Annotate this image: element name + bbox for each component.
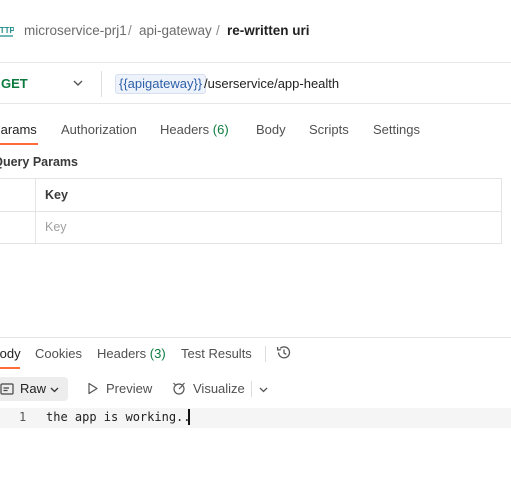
breadcrumb-folder[interactable]: api-gateway bbox=[139, 23, 212, 38]
tab-settings[interactable]: Settings bbox=[373, 122, 420, 137]
visualize-button[interactable]: Visualize bbox=[193, 381, 245, 396]
text-cursor bbox=[188, 409, 190, 425]
svg-text:HTTP: HTTP bbox=[0, 26, 14, 35]
active-tab-indicator bbox=[0, 143, 38, 145]
breadcrumb-collection[interactable]: microservice-prj1 bbox=[24, 23, 127, 38]
response-body-text[interactable]: the app is working.. bbox=[46, 410, 191, 424]
url-input[interactable]: /userservice/app-health bbox=[204, 76, 339, 91]
tab-scripts[interactable]: Scripts bbox=[309, 122, 349, 137]
chevron-down-icon[interactable] bbox=[72, 77, 84, 89]
query-params-title: Query Params bbox=[0, 155, 78, 169]
history-icon[interactable] bbox=[275, 344, 292, 361]
divider bbox=[265, 346, 266, 362]
breadcrumb-request-name[interactable]: re-written uri bbox=[227, 23, 310, 38]
response-headers-count: (3) bbox=[149, 346, 166, 361]
headers-count: (6) bbox=[212, 122, 229, 137]
divider bbox=[101, 71, 102, 97]
tab-headers[interactable]: Headers (6) bbox=[160, 122, 229, 137]
request-url-bar: GET {{apigateway}} /userservice/app-heal… bbox=[0, 62, 511, 104]
key-input[interactable]: Key bbox=[45, 220, 67, 234]
row-divider bbox=[0, 211, 502, 212]
response-tab-headers[interactable]: Headers (3) bbox=[97, 346, 166, 361]
tab-params[interactable]: Params bbox=[0, 122, 37, 137]
raw-text-icon bbox=[0, 383, 14, 395]
response-tab-cookies[interactable]: Cookies bbox=[35, 346, 82, 361]
tab-authorization[interactable]: Authorization bbox=[61, 122, 137, 137]
http-request-icon: HTTP bbox=[0, 26, 14, 37]
breadcrumb-separator: / bbox=[216, 23, 220, 38]
response-tab-body[interactable]: Body bbox=[0, 346, 21, 361]
format-select[interactable]: Raw bbox=[0, 377, 68, 401]
chevron-down-icon bbox=[50, 387, 59, 393]
response-divider bbox=[0, 337, 511, 338]
tab-body[interactable]: Body bbox=[256, 122, 286, 137]
visualize-icon[interactable] bbox=[171, 380, 187, 396]
play-icon[interactable] bbox=[86, 382, 99, 395]
response-tab-test-results[interactable]: Test Results bbox=[181, 346, 252, 361]
key-column-header: Key bbox=[45, 188, 68, 202]
method-select[interactable]: GET bbox=[1, 76, 28, 91]
line-number: 1 bbox=[19, 410, 27, 424]
active-tab-indicator bbox=[0, 367, 20, 369]
url-variable[interactable]: {{apigateway}} bbox=[115, 74, 207, 94]
format-label: Raw bbox=[20, 381, 47, 396]
query-params-table: Key Key bbox=[0, 178, 502, 244]
breadcrumb-separator: / bbox=[128, 23, 132, 38]
divider bbox=[251, 381, 252, 397]
preview-button[interactable]: Preview bbox=[106, 381, 152, 396]
breadcrumb: HTTP microservice-prj1 / api-gateway / r… bbox=[0, 0, 511, 62]
chevron-down-icon[interactable] bbox=[258, 384, 269, 395]
